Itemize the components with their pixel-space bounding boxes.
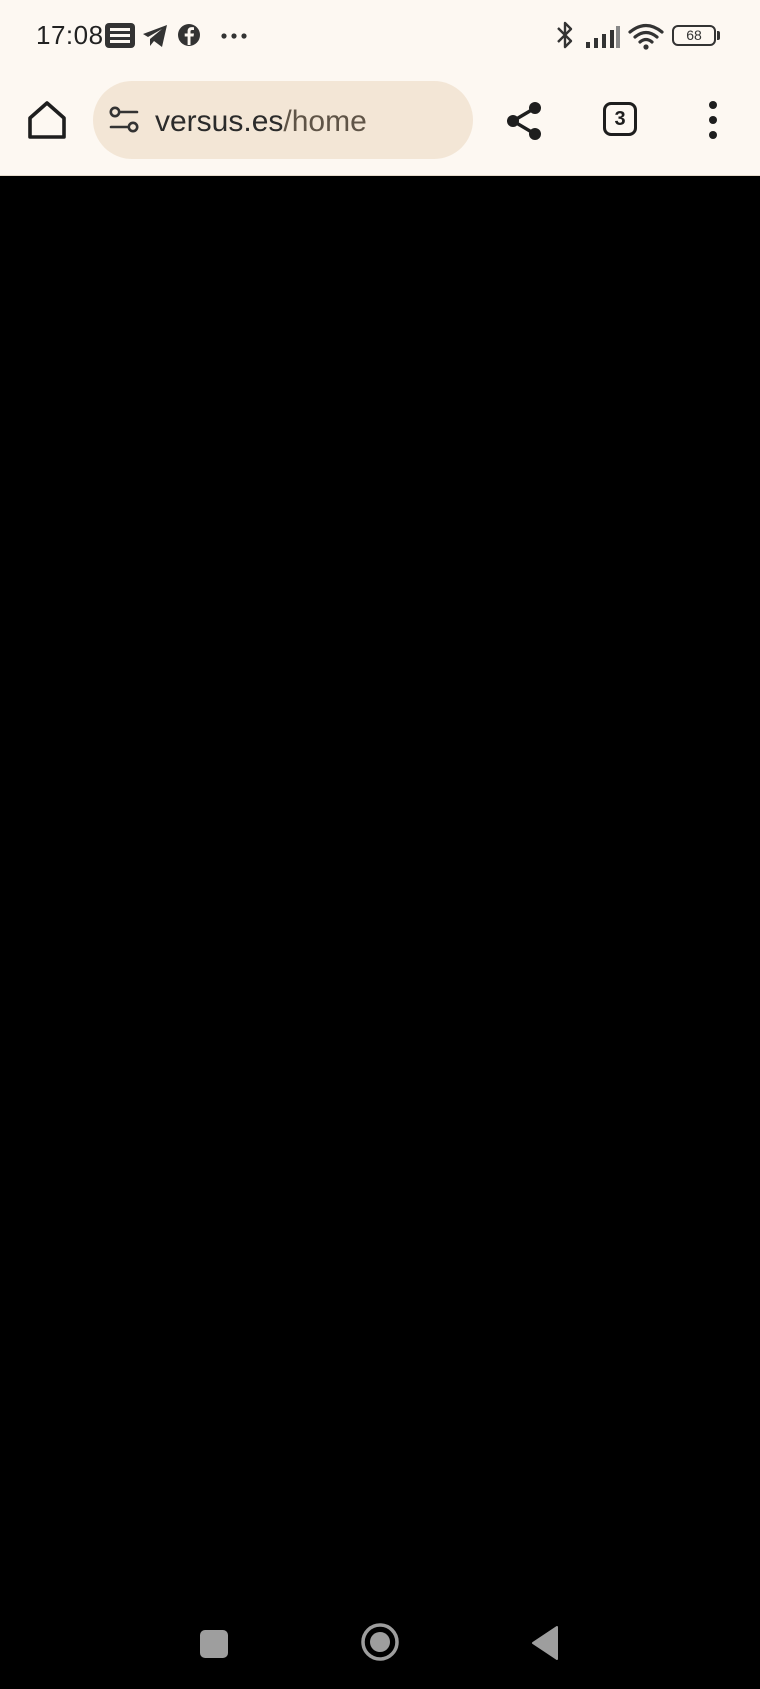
web-content-area[interactable]	[0, 176, 760, 1689]
more-dots-icon	[221, 33, 247, 39]
site-settings-icon[interactable]	[109, 106, 139, 134]
address-bar[interactable]: versus.es/home	[93, 81, 473, 159]
home-circle-icon[interactable]	[360, 1622, 400, 1662]
browser-top-chrome: 17:08 68 versus.es/home 3	[0, 0, 760, 176]
news-icon	[105, 23, 135, 48]
recents-square-icon[interactable]	[200, 1630, 228, 1658]
back-triangle-icon[interactable]	[530, 1625, 560, 1661]
status-bar: 17:08 68	[0, 0, 760, 72]
home-icon[interactable]	[24, 96, 70, 142]
url-domain: versus.es	[155, 105, 284, 138]
wifi-icon	[628, 23, 664, 50]
battery-icon: 68	[672, 25, 716, 46]
facebook-icon	[178, 24, 200, 46]
more-vert-icon[interactable]	[700, 98, 726, 142]
status-time: 17:08	[36, 20, 104, 50]
telegram-icon	[143, 25, 167, 47]
browser-toolbar: versus.es/home 3	[0, 72, 760, 175]
url-text[interactable]: versus.es/home	[155, 105, 367, 139]
url-path: /home	[283, 105, 367, 138]
share-icon[interactable]	[504, 100, 544, 142]
battery-level: 68	[686, 27, 702, 43]
signal-icon	[586, 26, 620, 48]
battery-tip	[717, 31, 720, 40]
tabs-icon[interactable]: 3	[603, 102, 637, 136]
bluetooth-icon	[557, 21, 573, 49]
tab-count: 3	[614, 108, 626, 130]
system-navigation-bar	[0, 1600, 760, 1689]
